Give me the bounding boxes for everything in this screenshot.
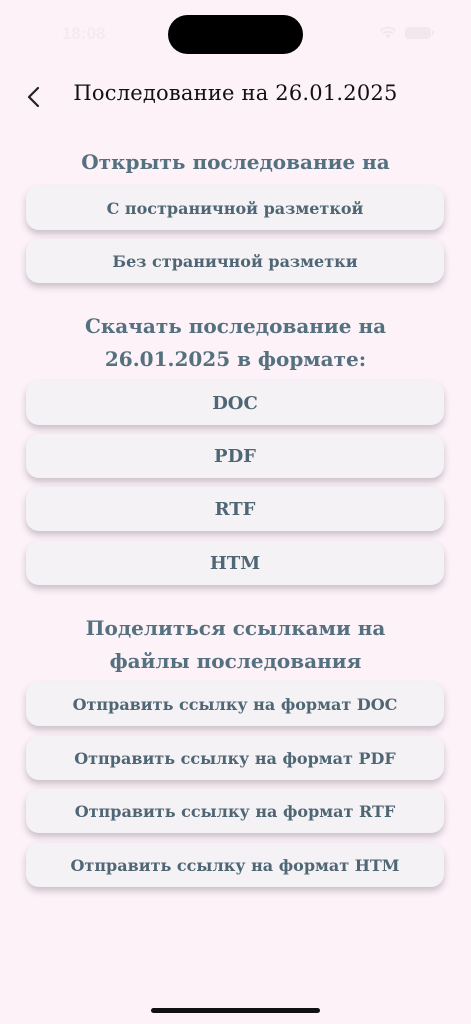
share-pdf-link-button[interactable]: Отправить ссылку на формат PDF xyxy=(26,736,444,780)
chevron-left-icon xyxy=(27,86,40,108)
download-htm-button[interactable]: HTM xyxy=(26,541,444,585)
dynamic-island xyxy=(168,15,303,54)
status-icons xyxy=(379,26,434,39)
download-pdf-button[interactable]: PDF xyxy=(26,434,444,478)
download-section-title: Скачать последование на 26.01.2025 в фор… xyxy=(84,314,387,371)
nav-bar: Последование на 26.01.2025 xyxy=(0,72,471,120)
status-bar: 18:08 xyxy=(0,0,471,60)
download-doc-button[interactable]: DOC xyxy=(26,381,444,425)
open-with-pagination-button[interactable]: С постраничной разметкой xyxy=(26,186,444,230)
back-button[interactable] xyxy=(18,82,48,112)
status-time: 18:08 xyxy=(62,24,106,43)
share-rtf-link-button[interactable]: Отправить ссылку на формат RTF xyxy=(26,789,444,833)
home-indicator[interactable] xyxy=(151,1008,320,1013)
download-rtf-button[interactable]: RTF xyxy=(26,487,444,531)
share-doc-link-button[interactable]: Отправить ссылку на формат DOC xyxy=(26,682,444,726)
battery-icon xyxy=(405,26,434,39)
share-htm-link-button[interactable]: Отправить ссылку на формат HTM xyxy=(26,843,444,887)
page-title: Последование на 26.01.2025 xyxy=(73,81,398,105)
open-without-pagination-button[interactable]: Без страничной разметки xyxy=(26,239,444,283)
wifi-icon xyxy=(379,26,397,39)
screen: 18:08 Последование на 26.01.2025 Открыть… xyxy=(0,0,471,1024)
